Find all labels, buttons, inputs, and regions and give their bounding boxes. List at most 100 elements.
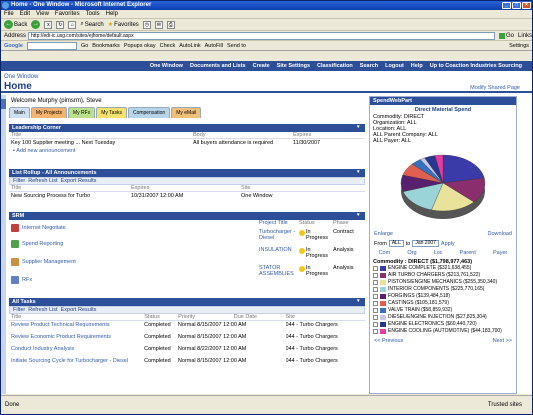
- list-rollup-title[interactable]: List Rollup - All Announcements: [12, 170, 97, 176]
- collapse-icon[interactable]: ▾: [357, 125, 362, 130]
- collapse-icon[interactable]: ▾: [357, 213, 362, 218]
- legend-checkbox[interactable]: [373, 294, 378, 299]
- legend-item[interactable]: ENGINE ELECTRONICS ($60,440,720): [370, 321, 516, 328]
- tab-my-rfx[interactable]: My RFx: [67, 107, 96, 118]
- autolink-button[interactable]: AutoLink: [179, 43, 200, 49]
- close-button[interactable]: ×: [522, 2, 531, 9]
- home-icon[interactable]: ⌂: [68, 20, 77, 29]
- modify-shared-page-link[interactable]: Modify Shared Page: [470, 85, 520, 91]
- site-small-title[interactable]: One Window: [4, 74, 38, 80]
- table-row[interactable]: Review Economic Product Requirements Com…: [9, 333, 365, 345]
- project-row[interactable]: INSULATION In Progress Analysis: [259, 247, 363, 263]
- menu-tools[interactable]: Tools: [86, 11, 100, 17]
- forward-button[interactable]: →: [31, 20, 41, 29]
- menu-help[interactable]: Help: [106, 11, 118, 17]
- legend-item[interactable]: VALVE TRAIN ($58,859,932): [370, 307, 516, 314]
- col-expires[interactable]: Expires: [131, 185, 241, 191]
- settings-button[interactable]: Settings: [509, 43, 532, 49]
- from-select[interactable]: ALL: [388, 240, 404, 247]
- col-site[interactable]: Site: [285, 314, 365, 320]
- leadership-corner-title[interactable]: Leadership Corner: [12, 125, 61, 131]
- mail-icon[interactable]: ✉: [154, 20, 163, 29]
- spend-pie-chart[interactable]: [393, 147, 493, 227]
- collapse-icon[interactable]: ▾: [357, 170, 362, 175]
- back-button[interactable]: ← Back: [4, 20, 27, 29]
- add-announcement-link[interactable]: ▪ Add new announcement: [9, 147, 365, 155]
- legend-checkbox[interactable]: [373, 266, 378, 271]
- download-link[interactable]: Download: [488, 231, 512, 237]
- legend-item[interactable]: ENGINE COOLING (AUTOMOTIVE) ($44,183,700…: [370, 328, 516, 335]
- sidebar-handle[interactable]: [1, 99, 6, 109]
- refresh-list-button[interactable]: Refresh List: [28, 307, 57, 313]
- rollup-title[interactable]: New Sourcing Process for Turbo: [11, 192, 131, 200]
- dim-loc[interactable]: Loc: [434, 250, 443, 256]
- to-select[interactable]: Jan 2007: [412, 240, 439, 247]
- table-row[interactable]: Conduct Industry Analysis Completed Norm…: [9, 345, 365, 357]
- popups-button[interactable]: Popups okay: [124, 43, 156, 49]
- go-button[interactable]: Go: [497, 32, 516, 39]
- maximize-button[interactable]: □: [512, 2, 521, 9]
- bookmarks-button[interactable]: Bookmarks: [92, 43, 120, 49]
- legend-item[interactable]: ENGINE COMPLETE ($321,638,455): [370, 265, 516, 272]
- table-row[interactable]: New Sourcing Process for Turbo 10/31/200…: [9, 192, 365, 200]
- col-status[interactable]: Status: [144, 314, 178, 320]
- legend-item[interactable]: INTERIOR COMPONENTS ($225,770,165): [370, 286, 516, 293]
- task-site[interactable]: 044 - Turbo Chargers: [286, 346, 365, 357]
- menu-view[interactable]: View: [36, 11, 49, 17]
- rfx-label[interactable]: RFx: [22, 277, 32, 283]
- google-go-button[interactable]: Go: [81, 43, 88, 49]
- nav-up-to-parent[interactable]: Up to Coaction Industries Sourcing: [430, 63, 522, 69]
- tab-my-tasks[interactable]: My Tasks: [96, 107, 127, 118]
- export-results-button[interactable]: Export Results: [61, 178, 97, 184]
- table-row[interactable]: Initiate Sourcing Cycle for Turbocharger…: [9, 357, 365, 369]
- nav-create[interactable]: Create: [253, 63, 270, 69]
- nav-classification[interactable]: Classification: [317, 63, 353, 69]
- autofill-button[interactable]: AutoFill: [205, 43, 223, 49]
- menu-favorites[interactable]: Favorites: [55, 11, 80, 17]
- col-site[interactable]: Site: [241, 185, 361, 191]
- export-results-button[interactable]: Export Results: [61, 307, 97, 313]
- enlarge-link[interactable]: Enlarge: [374, 231, 393, 237]
- dim-com[interactable]: Com: [379, 250, 391, 256]
- rfx-link[interactable]: RFx: [11, 276, 32, 284]
- refresh-icon[interactable]: ↻: [56, 20, 65, 29]
- project-row[interactable]: Turbocharger - Diesel In Progress Contra…: [259, 229, 363, 245]
- add-announcement-label[interactable]: Add new announcement: [16, 148, 75, 154]
- nav-site-settings[interactable]: Site Settings: [277, 63, 310, 69]
- col-expires[interactable]: Expires: [293, 132, 363, 138]
- internet-negotiate-link[interactable]: Internet Negotiate: [11, 224, 66, 232]
- collapse-icon[interactable]: ▾: [357, 299, 362, 304]
- nav-help[interactable]: Help: [411, 63, 423, 69]
- filter-button[interactable]: Filter: [13, 178, 25, 184]
- dim-payer[interactable]: Payer: [493, 250, 507, 256]
- minimize-button[interactable]: _: [502, 2, 511, 9]
- rollup-site[interactable]: One Window: [241, 192, 361, 200]
- legend-checkbox[interactable]: [373, 280, 378, 285]
- col-title[interactable]: Title: [11, 132, 193, 138]
- favorites-button[interactable]: ★ Favorites: [108, 21, 139, 29]
- task-title[interactable]: Review Product Technical Requirements: [11, 322, 144, 333]
- task-title[interactable]: Initiate Sourcing Cycle for Turbocharger…: [11, 358, 144, 369]
- all-tasks-title[interactable]: All Tasks: [12, 299, 36, 305]
- internet-negotiate-label[interactable]: Internet Negotiate: [22, 225, 66, 231]
- tab-my-projects[interactable]: My Projects: [30, 107, 67, 118]
- apply-button[interactable]: Apply: [441, 241, 455, 247]
- previous-link[interactable]: << Previous: [374, 338, 403, 344]
- legend-checkbox[interactable]: [373, 322, 378, 327]
- legend-checkbox[interactable]: [373, 315, 378, 320]
- srm-title[interactable]: SRM: [12, 213, 24, 219]
- col-title[interactable]: Title: [11, 314, 144, 320]
- legend-item[interactable]: FORGINGS ($139,484,518): [370, 293, 516, 300]
- spend-reporting-link[interactable]: Spend Reporting: [11, 240, 63, 248]
- legend-checkbox[interactable]: [373, 287, 378, 292]
- legend-item[interactable]: AIR TURBO CHARGERS ($213,761,522): [370, 272, 516, 279]
- address-input[interactable]: http://edi-ic.usg.com/sites/ejhome/defau…: [28, 31, 495, 40]
- supplier-management-label[interactable]: Supplier Management: [22, 259, 76, 265]
- google-search-input[interactable]: [26, 41, 77, 50]
- col-body[interactable]: Body: [193, 132, 293, 138]
- legend-checkbox[interactable]: [373, 329, 378, 334]
- stop-icon[interactable]: x: [44, 20, 53, 29]
- links-button[interactable]: Links: [518, 33, 532, 39]
- legend-checkbox[interactable]: [373, 301, 378, 306]
- col-due-date[interactable]: Due Date: [234, 314, 286, 320]
